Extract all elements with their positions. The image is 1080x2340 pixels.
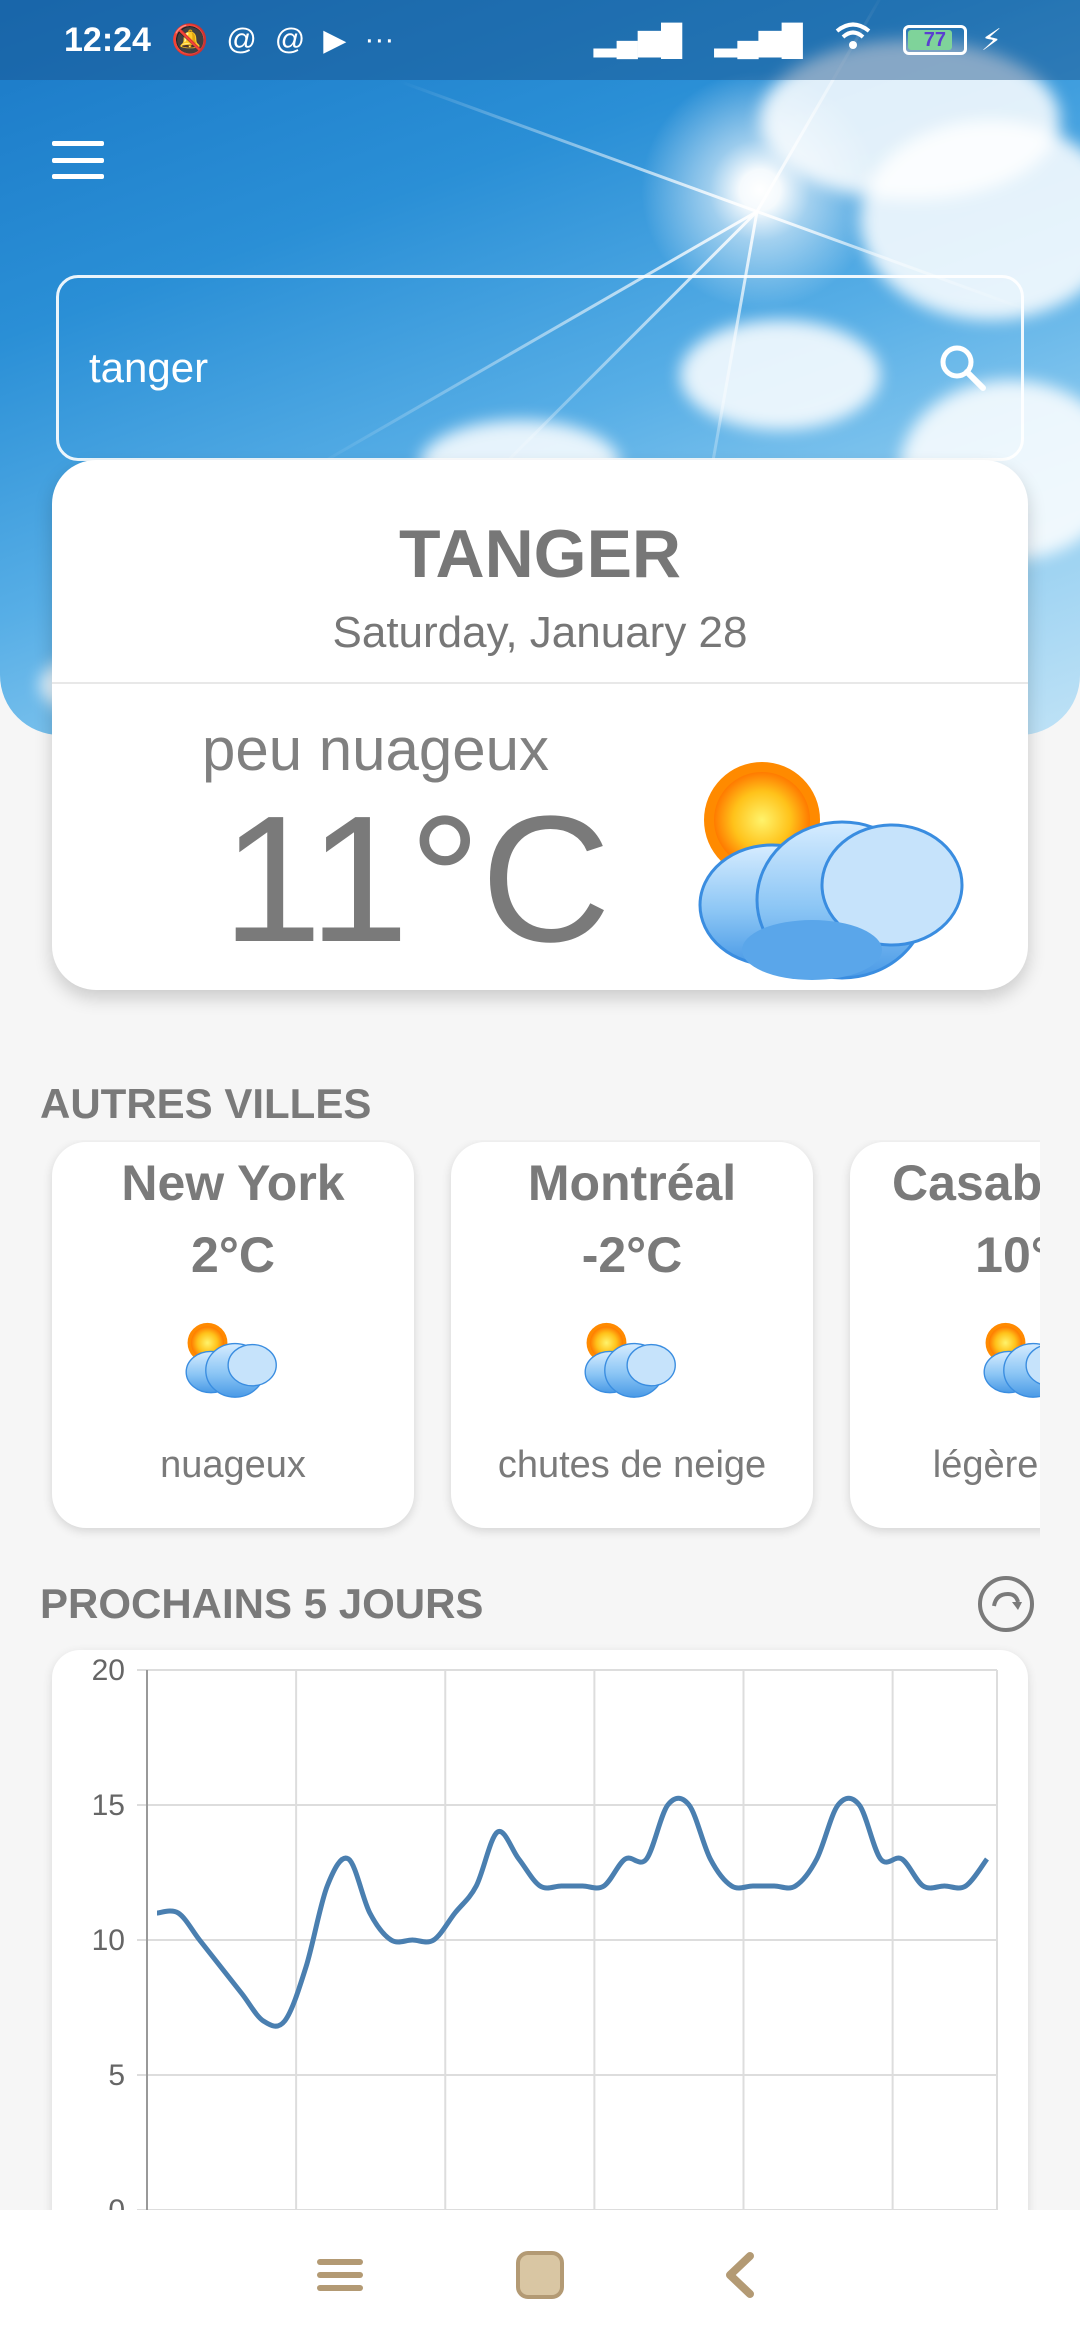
current-temperature: 11°C: [222, 779, 611, 980]
weather-app-screen: 12:24 🔕 @ @ ▶ ··· ▂▄▆█ ▂▄▆█ 77 ⚡ tanger …: [0, 0, 1080, 2340]
refresh-icon[interactable]: [978, 1576, 1034, 1632]
more-icon: ···: [364, 23, 395, 56]
partly-cloudy-icon: [682, 750, 1002, 990]
signal-icon: ▂▄▆█: [593, 23, 683, 57]
hamburger-menu-button[interactable]: [48, 135, 108, 185]
city-card-name: Casablanca: [892, 1155, 1040, 1211]
status-time: 12:24: [64, 20, 151, 59]
current-city: TANGER: [398, 516, 682, 592]
at-icon: @: [226, 23, 257, 56]
signal-icon: ▂▄▆█: [714, 23, 803, 57]
search-input[interactable]: [89, 344, 935, 392]
battery-icon: 77: [902, 25, 967, 55]
charging-icon: ⚡: [980, 23, 1002, 57]
chart-y-tick-label: 10: [92, 1924, 125, 1957]
city-card-temp: -2°C: [581, 1227, 683, 1283]
forecast-line-chart: 05101520: [92, 1654, 998, 2227]
city-card-casablanca[interactable]: Casablanca 10°C légère pluie: [850, 1142, 1040, 1528]
chart-y-tick-label: 5: [108, 2059, 125, 2092]
partly-cloudy-icon: [978, 1310, 1040, 1415]
battery-level: 77: [923, 28, 947, 51]
home-nav-icon[interactable]: [505, 2240, 575, 2310]
other-cities-carousel[interactable]: New York 2°C nuageux Montréal -2°C chute…: [40, 1140, 1040, 1540]
city-card-montreal[interactable]: Montréal -2°C chutes de neige: [451, 1142, 813, 1528]
card-divider: [52, 682, 1028, 684]
partly-cloudy-icon: [180, 1310, 290, 1415]
mute-icon: 🔕: [170, 23, 209, 57]
city-card-desc: chutes de neige: [497, 1444, 767, 1486]
current-weather-card: TANGER Saturday, January 28 peu nuageux …: [52, 460, 1028, 990]
search-icon[interactable]: [935, 340, 991, 396]
system-nav-bar: [0, 2210, 1080, 2340]
status-bar: 12:24 🔕 @ @ ▶ ··· ▂▄▆█ ▂▄▆█ 77 ⚡: [0, 0, 1080, 80]
search-box: [56, 275, 1024, 461]
at-icon: @: [274, 23, 306, 56]
city-card-name: Montréal: [527, 1155, 737, 1211]
city-card-temp: 10°C: [975, 1227, 1040, 1283]
city-card-name: New York: [121, 1155, 345, 1211]
wifi-icon: [835, 22, 871, 58]
city-card-new-york[interactable]: New York 2°C nuageux: [52, 1142, 414, 1528]
current-description: peu nuageux: [202, 716, 549, 783]
city-card-temp: 2°C: [191, 1227, 275, 1283]
menu-nav-icon[interactable]: [305, 2240, 375, 2310]
chart-series-line: [156, 1795, 990, 2029]
city-card-desc: nuageux: [160, 1444, 306, 1486]
forecast-chart-card: 05101520: [52, 1650, 1028, 2270]
current-date: Saturday, January 28: [332, 608, 748, 657]
other-cities-title: AUTRES VILLES: [40, 1080, 372, 1127]
forecast-title: PROCHAINS 5 JOURS: [40, 1580, 484, 1627]
partly-cloudy-icon: [579, 1310, 689, 1415]
play-icon: ▶: [323, 23, 347, 57]
back-nav-icon[interactable]: [705, 2240, 775, 2310]
chart-y-tick-label: 20: [92, 1654, 125, 1687]
chart-y-tick-label: 15: [92, 1789, 125, 1822]
city-card-desc: légère pluie: [932, 1444, 1040, 1486]
